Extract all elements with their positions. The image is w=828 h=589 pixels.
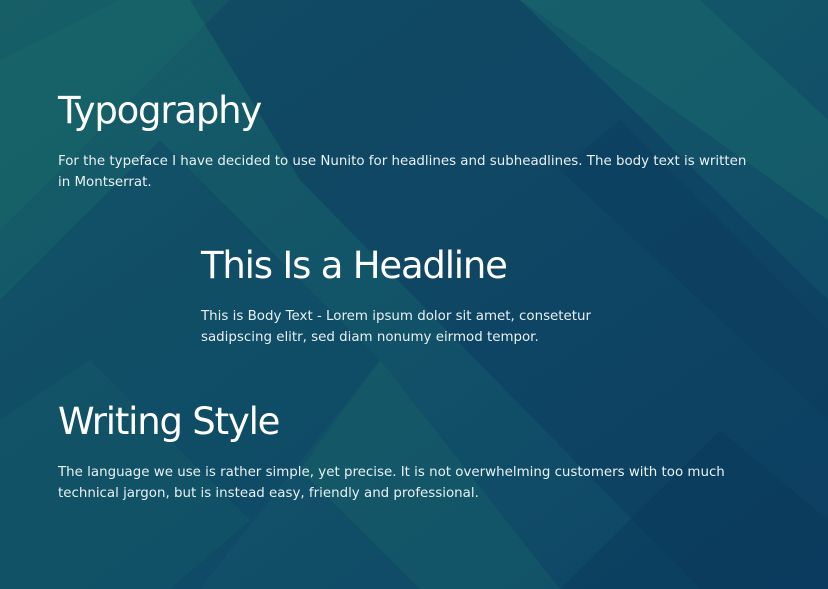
writing-style-section: Writing Style The language we use is rat… <box>58 403 788 504</box>
typography-section: Typography For the typeface I have decid… <box>58 92 778 193</box>
headline-sample-heading: This Is a Headline <box>201 244 508 287</box>
writing-style-heading: Writing Style <box>58 400 280 443</box>
headline-sample-body: This is Body Text - Lorem ipsum dolor si… <box>201 309 592 345</box>
typography-body: For the typeface I have decided to use N… <box>58 154 747 190</box>
typography-heading: Typography <box>58 89 262 132</box>
writing-style-body: The language we use is rather simple, ye… <box>58 465 725 501</box>
headline-sample-section: This Is a Headline This is Body Text - L… <box>201 247 641 348</box>
